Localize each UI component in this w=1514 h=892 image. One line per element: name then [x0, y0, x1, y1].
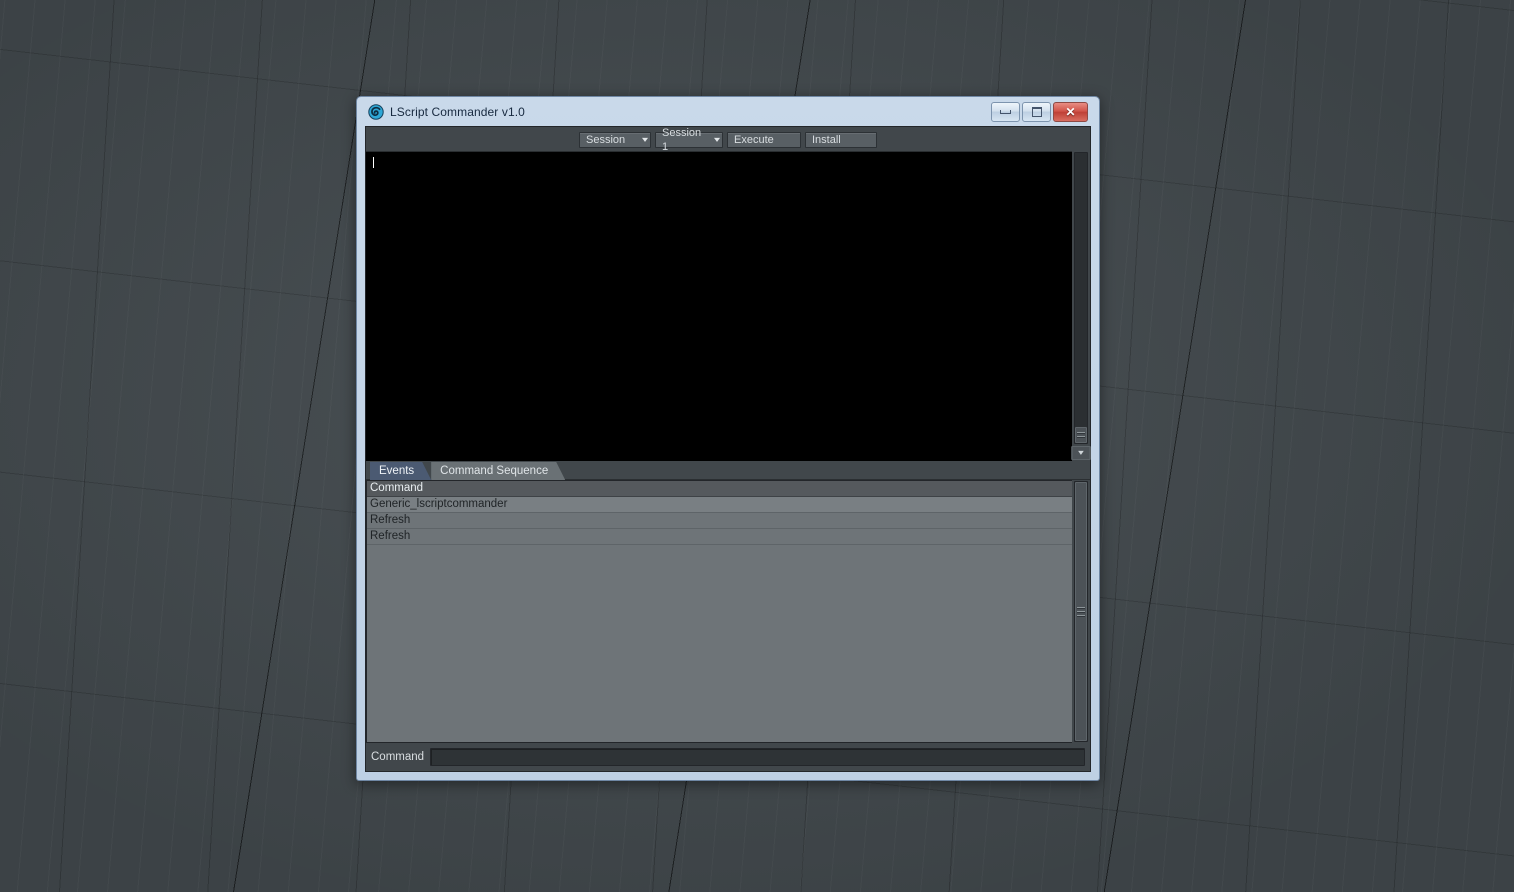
list-vertical-scrollbar[interactable] [1072, 480, 1090, 743]
editor-scrollbar-track[interactable] [1074, 152, 1088, 444]
command-input-label: Command [371, 751, 425, 763]
scrollbar-grip-line [1077, 610, 1085, 613]
scrollbar-grip-line [1077, 606, 1085, 609]
window-controls: ✕ [991, 101, 1088, 122]
session-type-select[interactable]: Session ▾ [579, 131, 651, 148]
minimize-button[interactable] [991, 101, 1020, 122]
command-bar: Command [366, 743, 1090, 771]
code-editor[interactable] [366, 151, 1072, 461]
tab-command-sequence-label: Command Sequence [440, 465, 549, 477]
event-list-rows: Generic_lscriptcommander Refresh Refresh [367, 497, 1072, 742]
tab-strip: Events Command Sequence [366, 461, 1090, 480]
lscript-spiral-icon [368, 103, 384, 120]
maximize-button[interactable] [1022, 101, 1051, 122]
scrollbar-grip-line [1077, 436, 1085, 438]
event-list[interactable]: Command Generic_lscriptcommander Refresh… [366, 480, 1072, 743]
lscript-commander-window: LScript Commander v1.0 ✕ Session ▾ Sessi… [356, 96, 1100, 781]
text-caret [373, 157, 374, 168]
editor-region: ▾ [366, 151, 1091, 461]
session-type-value: Session [586, 133, 626, 146]
code-text [366, 152, 1072, 170]
scrollbar-grip-line [1077, 432, 1085, 434]
table-row[interactable]: Refresh [367, 529, 1072, 545]
minimize-icon [1000, 109, 1011, 114]
chevron-down-icon: ▾ [641, 134, 649, 144]
session-number-select[interactable]: Session 1 ▾ [655, 127, 723, 153]
table-row[interactable]: Refresh [367, 513, 1072, 529]
tab-events[interactable]: Events [370, 462, 431, 480]
tab-command-sequence[interactable]: Command Sequence [431, 462, 565, 480]
window-titlebar[interactable]: LScript Commander v1.0 ✕ [365, 97, 1091, 126]
toolbar: Session ▾ Session 1 ▾ Execute Install [366, 127, 1090, 153]
command-input[interactable] [430, 748, 1085, 766]
list-scrollbar-thumb[interactable] [1075, 482, 1087, 741]
maximize-icon [1031, 106, 1042, 117]
chevron-down-icon: ▾ [713, 134, 721, 144]
editor-vertical-scrollbar[interactable]: ▾ [1071, 151, 1091, 461]
list-scrollbar-track[interactable] [1074, 481, 1088, 742]
editor-scrollbar-thumb[interactable] [1075, 427, 1087, 443]
tab-events-label: Events [379, 465, 415, 477]
editor-scroll-down-button[interactable]: ▾ [1071, 446, 1091, 460]
scrollbar-grip-line [1077, 614, 1085, 617]
execute-button[interactable]: Execute [727, 131, 801, 148]
column-header-command[interactable]: Command [367, 481, 1072, 497]
session-number-value: Session 1 [662, 126, 702, 153]
close-button[interactable]: ✕ [1053, 101, 1088, 122]
table-row[interactable]: Generic_lscriptcommander [367, 497, 1072, 513]
window-title: LScript Commander v1.0 [390, 104, 525, 119]
event-list-region: Command Generic_lscriptcommander Refresh… [366, 480, 1090, 743]
install-button[interactable]: Install [805, 131, 877, 148]
window-body: Session ▾ Session 1 ▾ Execute Install ▾ … [365, 126, 1091, 772]
